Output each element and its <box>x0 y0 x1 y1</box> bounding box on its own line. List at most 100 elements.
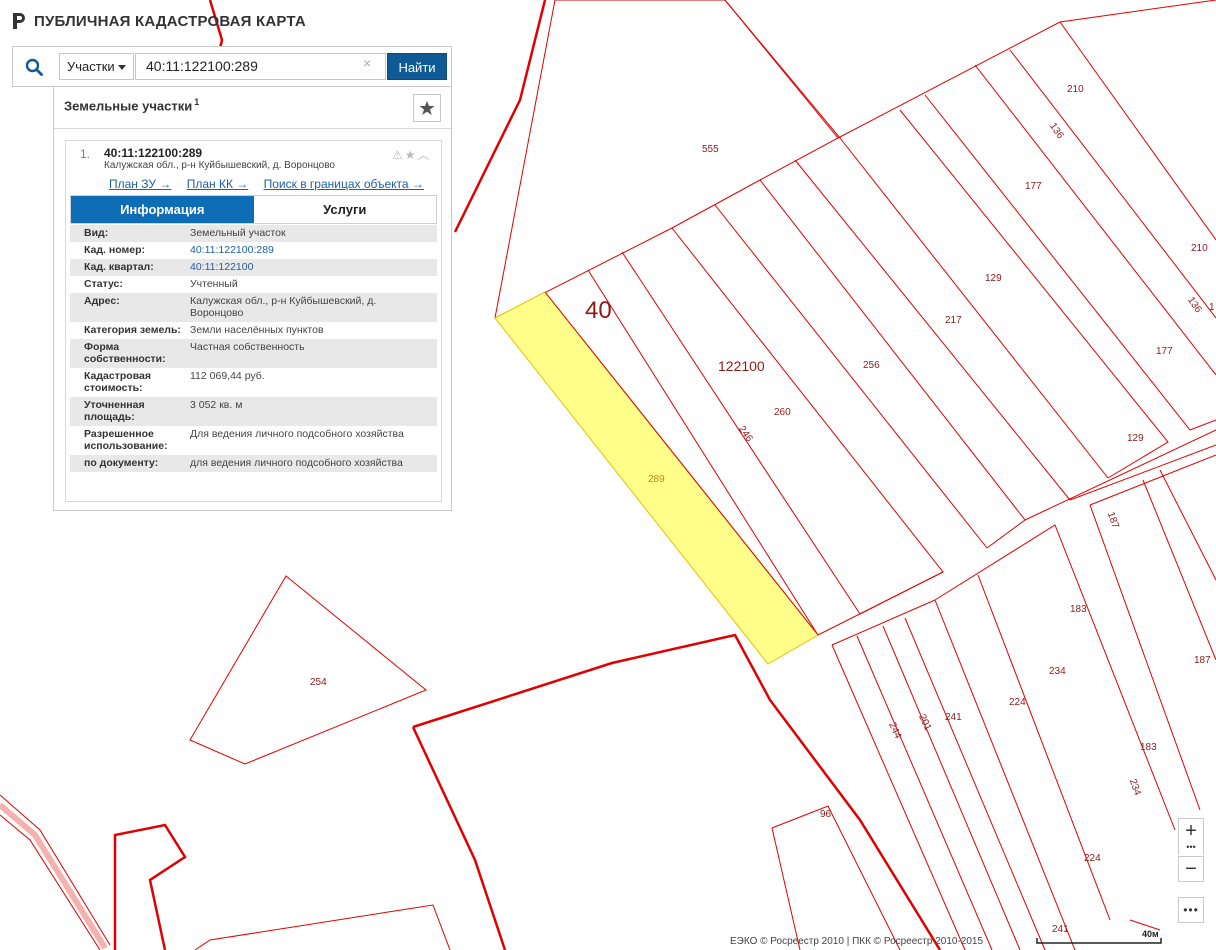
panel-title-text: Земельные участки <box>64 98 193 114</box>
parcel-label: 201 <box>916 713 933 733</box>
zoom-out-button[interactable]: − <box>1178 856 1204 882</box>
cad-number-link[interactable]: 40:11:122100:289 <box>190 244 437 256</box>
favorites-button[interactable] <box>413 94 441 122</box>
parcel-label: 210 <box>1191 243 1208 254</box>
quarter-label: 122100 <box>718 358 765 374</box>
find-button[interactable]: Найти <box>387 53 447 80</box>
parcel-label: 260 <box>774 407 791 418</box>
tab-information[interactable]: Информация <box>71 196 254 223</box>
result-address: Калужская обл., р-н Куйбышевский, д. Вор… <box>104 160 335 171</box>
result-card: 1. 40:11:122100:289 Калужская обл., р-н … <box>65 140 442 502</box>
district-boundary <box>453 0 547 233</box>
boundary-line <box>771 827 801 950</box>
plan-kk-link[interactable]: План КК → <box>187 177 249 191</box>
info-value: Калужская обл., р-н Куйбышевский, д. Вор… <box>190 295 377 319</box>
info-key: по документу: <box>84 457 159 469</box>
info-key: Кад. квартал: <box>84 261 154 273</box>
boundary-line <box>1069 444 1216 501</box>
info-key: Адрес: <box>84 295 120 307</box>
boundary-line <box>839 137 1109 479</box>
info-value: Для ведения личного подсобного хозяйства <box>190 428 404 440</box>
info-row: Адрес: Калужская обл., р-н Куйбышевский, … <box>70 293 437 322</box>
parcel-label: 177 <box>1156 346 1173 357</box>
cad-quarter-link[interactable]: 40:11:122100 <box>190 261 437 273</box>
parcel-555[interactable] <box>494 0 839 319</box>
parcel-label: 289 <box>648 474 665 485</box>
star-icon <box>419 101 435 115</box>
boundary-line <box>831 599 936 646</box>
results-panel: Земельные участки 1 1. 40:11:122100:289 К… <box>53 86 452 511</box>
app-title: ПУБЛИЧНАЯ КАДАСТРОВАЯ КАРТА <box>34 12 306 30</box>
result-links: План ЗУ → План КК → Поиск в границах объ… <box>109 177 436 191</box>
parcel-label: 129 <box>1127 433 1144 444</box>
boundary-line <box>759 179 1026 549</box>
search-input[interactable]: 40:11:122100:289 <box>135 53 386 80</box>
star-icon[interactable]: ★ <box>405 148 418 162</box>
plan-zu-link[interactable]: План ЗУ → <box>109 177 171 191</box>
more-tools-button[interactable]: ••• <box>1178 897 1204 923</box>
result-cad-number[interactable]: 40:11:122100:289 <box>104 146 202 160</box>
logo-icon <box>12 12 26 30</box>
info-table: Вид: Земельный участок Кад. номер: 40:11:1… <box>70 225 437 472</box>
info-key: Разрешенное использование: <box>84 428 168 452</box>
district-boundary <box>113 823 187 950</box>
info-value: 3 052 кв. м <box>190 399 243 411</box>
clear-icon[interactable]: × <box>363 55 371 71</box>
district-boundary <box>412 633 942 950</box>
search-icon[interactable] <box>13 47 55 86</box>
info-row: Категория земель: Земли населённых пункто… <box>70 322 437 339</box>
search-bar: Участки 40:11:122100:289 × Найти <box>12 46 452 87</box>
road-strip <box>0 814 101 950</box>
boundary-line <box>817 571 944 636</box>
app-header: ПУБЛИЧНАЯ КАДАСТРОВАЯ КАРТА <box>12 12 306 30</box>
search-type-select[interactable]: Участки <box>59 53 134 80</box>
info-key: Форма собственности: <box>84 341 166 365</box>
info-row: Вид: Земельный участок <box>70 225 437 242</box>
zoom-in-button[interactable]: + <box>1178 818 1204 844</box>
parcel-254[interactable] <box>189 575 427 765</box>
info-value: Земельный участок <box>190 227 286 239</box>
info-value: Земли населённых пунктов <box>190 324 324 336</box>
chevron-up-icon[interactable]: ︿ <box>418 148 432 162</box>
boundary-line <box>714 204 988 549</box>
parcel-label: 187 <box>1194 655 1211 666</box>
parcel-label: 210 <box>1067 84 1084 95</box>
parcel-label: 1 <box>1209 302 1215 313</box>
parcel-label: 183 <box>1140 742 1157 753</box>
zoom-level-icon: ••• <box>1178 843 1204 855</box>
boundary-line <box>724 0 841 139</box>
district-label: 40 <box>585 297 612 324</box>
boundary-line <box>1142 479 1216 661</box>
parcel-label: 241 <box>945 712 962 723</box>
parcel-label: 136 <box>1047 121 1066 141</box>
info-row: Разрешенное использование: Для ведения ли… <box>70 426 437 455</box>
panel-title: Земельные участки 1 <box>64 97 199 113</box>
info-key: Категория земель: <box>84 324 181 336</box>
info-key: Вид: <box>84 227 109 239</box>
result-number: 1. <box>80 147 91 161</box>
parcel-label: 183 <box>1070 604 1087 615</box>
boundary-line <box>1089 504 1201 811</box>
info-value: Частная собственность <box>190 341 305 353</box>
boundary-line <box>1024 429 1216 521</box>
parcel-label: 234 <box>1127 778 1143 798</box>
parcel-label: 555 <box>702 144 719 155</box>
info-key: Кадастровая стоимость: <box>84 370 151 394</box>
parcel-label: 246 <box>736 424 755 444</box>
info-row: Статус: Учтенный <box>70 276 437 293</box>
parcel-label: 224 <box>1009 697 1026 708</box>
copyright: ЕЭКО © Росреестр 2010 | ПКК © Росреестр … <box>730 936 984 947</box>
parcel-96[interactable] <box>771 805 901 950</box>
warning-icon[interactable]: ⚠ <box>392 148 405 162</box>
parcel-label: 96 <box>820 809 832 820</box>
boundary-line <box>856 635 993 950</box>
parcel-label: 177 <box>1025 181 1042 192</box>
tab-services[interactable]: Услуги <box>253 196 436 223</box>
chevron-down-icon <box>118 65 126 70</box>
boundary-line <box>977 574 1111 921</box>
search-in-bounds-link[interactable]: Поиск в границах объекта → <box>264 177 424 191</box>
parcel-label: 224 <box>1084 853 1101 864</box>
result-count: 1 <box>194 97 200 107</box>
boundary-line <box>882 625 1021 950</box>
info-row: по документу: для ведения личного подсобн… <box>70 455 437 472</box>
